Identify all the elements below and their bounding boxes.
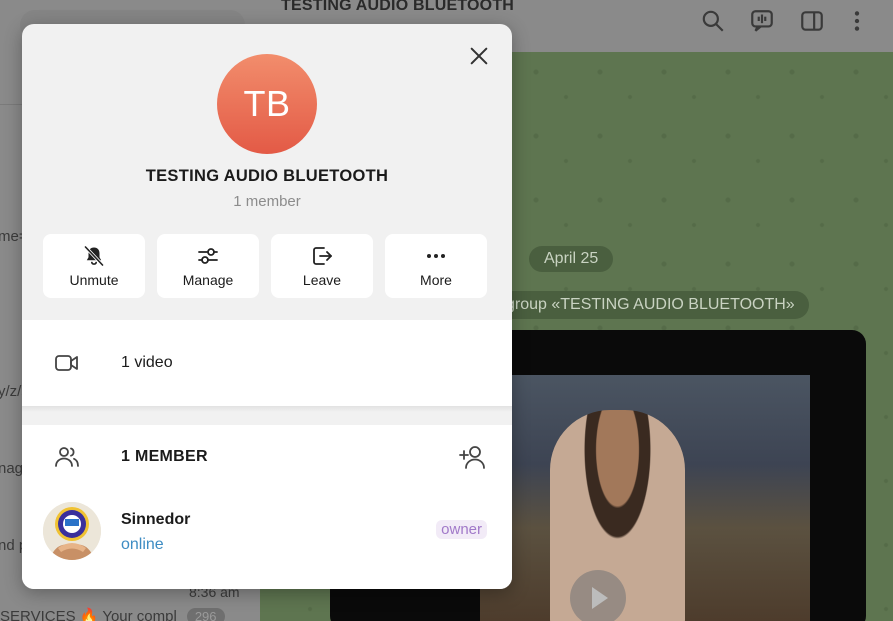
close-icon[interactable] — [468, 45, 490, 67]
members-header: 1 MEMBER — [22, 441, 512, 473]
group-info-modal: TB TESTING AUDIO BLUETOOTH 1 member Unmu… — [22, 24, 512, 589]
media-video-label: 1 video — [121, 354, 173, 371]
media-section: 1 video — [22, 320, 512, 406]
chat-preview-text: SERVICES 🔥 Your compl — [0, 608, 177, 621]
search-icon — [702, 10, 724, 32]
group-avatar: TB — [217, 54, 317, 154]
members-icon — [55, 447, 79, 467]
chat-preview: SERVICES 🔥 Your compl 296 — [0, 607, 225, 621]
manage-label: Manage — [182, 272, 234, 288]
more-dots-icon — [427, 254, 445, 258]
service-message: group «TESTING AUDIO BLUETOOTH» — [492, 291, 809, 319]
member-avatar-logo-icon — [43, 502, 101, 560]
chat-header-title: TESTING AUDIO BLUETOOTH — [281, 0, 515, 14]
member-avatar — [43, 502, 101, 560]
date-separator: April 25 — [529, 246, 614, 272]
member-name: Sinnedor — [121, 511, 191, 528]
members-section: 1 MEMBER Sinnedor online owner — [22, 425, 512, 589]
member-status: online — [121, 536, 164, 553]
member-count: 1 member — [233, 193, 301, 210]
bell-off-icon — [83, 245, 105, 267]
media-video-row[interactable]: 1 video — [22, 347, 512, 379]
sliders-icon — [198, 248, 218, 264]
video-icon — [55, 355, 78, 371]
more-button[interactable]: More — [385, 234, 487, 298]
owner-badge: owner — [436, 520, 487, 539]
sidebar-toggle-icon — [801, 11, 823, 31]
group-name: TESTING AUDIO BLUETOOTH — [145, 167, 389, 185]
manage-button[interactable]: Manage — [157, 234, 259, 298]
action-buttons: Unmute Manage Leave More — [43, 234, 487, 298]
members-header-label: 1 MEMBER — [121, 448, 208, 465]
more-vertical-icon — [854, 11, 860, 31]
leave-icon — [313, 247, 332, 265]
unread-badge: 296 — [186, 608, 225, 621]
member-row[interactable]: Sinnedor online owner — [22, 497, 512, 563]
unmute-button[interactable]: Unmute — [43, 234, 145, 298]
play-button — [570, 570, 626, 621]
more-label: More — [420, 272, 452, 288]
leave-label: Leave — [302, 272, 342, 288]
section-divider — [22, 406, 512, 425]
unmute-label: Unmute — [69, 272, 119, 288]
add-member-icon[interactable] — [458, 442, 488, 472]
sidebar-text-fragment: nag — [0, 460, 24, 477]
voice-chat-icon — [751, 10, 773, 32]
leave-button[interactable]: Leave — [271, 234, 373, 298]
